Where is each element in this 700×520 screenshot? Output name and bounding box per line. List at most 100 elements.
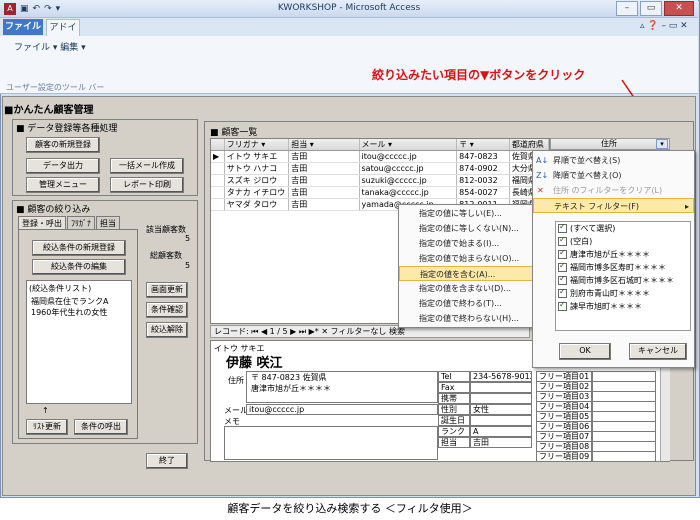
bulk-mail-button[interactable]: 一括メール作成 (110, 158, 184, 174)
rank-label: ランク (438, 426, 470, 437)
maximize-button[interactable]: ▭ (640, 1, 662, 16)
address-box[interactable]: 〒 847-0823 佐賀県 唐津市旭が丘＊＊＊＊ (246, 371, 438, 403)
checkbox-icon[interactable] (558, 248, 567, 259)
checkbox-icon[interactable] (558, 274, 567, 285)
tab-staff[interactable]: 担当 (96, 216, 120, 230)
tab-addin[interactable]: アドイン (46, 19, 80, 49)
new-filter-condition-button[interactable]: 絞込条件の新規登録 (32, 240, 126, 256)
edit-filter-condition-button[interactable]: 絞込条件の編集 (32, 259, 126, 275)
menu-item-equals[interactable]: 指定の値に等しい(E)... (399, 206, 533, 221)
birthday-field[interactable] (470, 415, 532, 426)
fax-label: Fax (438, 382, 470, 393)
count-value: 5 (185, 234, 191, 243)
mobile-field[interactable] (470, 393, 532, 404)
report-print-button[interactable]: レポート印刷 (110, 177, 184, 193)
check-item[interactable]: (すべて選択) (556, 222, 690, 235)
birthday-label: 誕生日 (438, 415, 470, 426)
app-title: ■かんたん顧客管理 (4, 105, 94, 116)
column-header-address[interactable]: 住所 (550, 138, 670, 150)
list-item[interactable]: 福岡県在住でランクA (27, 296, 131, 307)
mail-label: メール (224, 406, 248, 415)
recall-condition-button[interactable]: 条件の呼出 (74, 419, 128, 435)
menu-item-not-begins-with[interactable]: 指定の値で始まらない(O)... (399, 251, 533, 266)
menu-item-not-contains[interactable]: 指定の値を含まない(D)... (399, 281, 533, 296)
check-item[interactable]: 別府市青山町＊＊＊＊ (556, 287, 690, 300)
record-selector-header (211, 139, 225, 150)
check-item[interactable]: 諫早市旭町＊＊＊＊ (556, 300, 690, 313)
exit-button[interactable]: 終了 (146, 453, 188, 469)
table-row[interactable]: サトウ ハナコ 吉田 satou@ccccc.jp 874-0902 大分県 (211, 163, 549, 175)
detail-name: 伊藤 咲江 (226, 356, 283, 371)
count-label: 該当顧客数 (146, 225, 186, 234)
address-filter-dropdown-icon[interactable]: ▾ (656, 139, 668, 149)
table-row[interactable]: スズキ ジロウ 吉田 suzuki@ccccc.jp 812-0032 福岡県 (211, 175, 549, 187)
text-filter-submenu: 指定の値に等しい(E)... 指定の値に等しくない(N)... 指定の値で始まる… (398, 204, 534, 328)
filter-condition-list[interactable]: (絞込条件リスト) 福岡県在住でランクA 1960年代生れの女性 (26, 280, 132, 404)
checkbox-icon[interactable] (558, 261, 567, 272)
sort-descending-item[interactable]: Z↓ 降順で並べ替え(O) (533, 168, 694, 183)
mail-field[interactable]: itou@ccccc.jp (246, 404, 438, 415)
column-header-mail[interactable]: メール ▾ (360, 139, 458, 150)
list-title: (絞込条件リスト) (29, 284, 92, 293)
up-arrow: ↑ (42, 406, 49, 415)
condition-confirm-button[interactable]: 条件確認 (146, 302, 188, 318)
menu-item-begins-with[interactable]: 指定の値で始まる(I)... (399, 236, 533, 251)
sort-ascending-item[interactable]: A↓ 昇順で並べ替え(S) (533, 153, 694, 168)
checkbox-icon[interactable] (558, 300, 567, 311)
table-row[interactable]: ▶ イトウ サキエ 吉田 itou@ccccc.jp 847-0823 佐賀県 (211, 151, 549, 163)
window-title: KWORKSHOP - Microsoft Access (277, 3, 421, 13)
menu-item-not-equals[interactable]: 指定の値に等しくない(N)... (399, 221, 533, 236)
fax-field[interactable] (470, 382, 532, 393)
menu-item-contains[interactable]: 指定の値を含む(A)... (399, 266, 533, 281)
memo-field[interactable] (224, 426, 438, 460)
menu-item-ends-with[interactable]: 指定の値で終わる(T)... (399, 296, 533, 311)
check-item[interactable]: 唐津市旭が丘＊＊＊＊ (556, 248, 690, 261)
minimize-button[interactable]: – (616, 1, 638, 16)
screen-refresh-button[interactable]: 画面更新 (146, 282, 188, 298)
tab-file[interactable]: ファイル (3, 19, 43, 35)
filter-clear-button[interactable]: 絞込解除 (146, 322, 188, 338)
close-button[interactable]: ✕ (664, 1, 694, 16)
checkbox-icon[interactable] (558, 287, 567, 298)
tel-field[interactable]: 234-5678-9012 (470, 371, 532, 382)
column-header-zip[interactable]: 〒 ▾ (457, 139, 510, 150)
caption: 顧客データを絞り込み検索する ＜フィルタ使用＞ (227, 502, 473, 515)
list-item[interactable]: 1960年代生れの女性 (27, 307, 131, 318)
check-item[interactable]: 福岡市博多区石城町＊＊＊＊ (556, 274, 690, 287)
total-label: 総顧客数 (150, 251, 182, 260)
new-customer-button[interactable]: 顧客の新規登録 (26, 137, 100, 153)
staff-label: 担当 (438, 437, 470, 448)
ok-button[interactable]: OK (559, 343, 611, 360)
column-header-furigana[interactable]: フリガナ ▾ (225, 139, 290, 150)
column-header-prefecture[interactable]: 都道府県 (510, 139, 549, 150)
free-item-field[interactable] (592, 451, 656, 462)
admin-menu-button[interactable]: 管理メニュー (26, 177, 100, 193)
address-filter-menu: A↓ 昇順で並べ替え(S) Z↓ 降順で並べ替え(O) ✕ 住所 のフィルターをクリア… (532, 150, 695, 368)
group2-title: ■ 顧客の絞り込み (16, 205, 91, 215)
list-refresh-button[interactable]: ﾘｽﾄ更新 (26, 419, 68, 435)
value-checklist[interactable]: (すべて選択) (空白) 唐津市旭が丘＊＊＊＊ 福岡市博多区寿町＊＊＊＊ 福岡市… (555, 221, 691, 331)
staff-field[interactable]: 吉田 (470, 437, 532, 448)
clear-filter-item[interactable]: ✕ 住所 のフィルターをクリア(L) (533, 183, 694, 198)
rank-field[interactable]: A (470, 426, 532, 437)
export-button[interactable]: データ出力 (26, 158, 100, 174)
total-value: 5 (185, 261, 191, 270)
check-item[interactable]: (空白) (556, 235, 690, 248)
address-text: 唐津市旭が丘＊＊＊＊ (251, 384, 331, 393)
table-row[interactable]: タナカ イチロウ 吉田 tanaka@ccccc.jp 854-0027 長崎県 (211, 187, 549, 199)
checkbox-icon[interactable] (558, 222, 567, 233)
datasheet-header: フリガナ ▾ 担当 ▾ メール ▾ 〒 ▾ 都道府県 (211, 139, 549, 151)
check-item[interactable]: 福岡市博多区寿町＊＊＊＊ (556, 261, 690, 274)
ribbon-menu[interactable]: ファイル ▾ 編集 ▾ (14, 40, 86, 53)
checkbox-icon[interactable] (558, 235, 567, 246)
sex-field[interactable]: 女性 (470, 404, 532, 415)
cancel-button[interactable]: キャンセル (629, 343, 687, 360)
annotation-text: 絞り込みたい項目の▼ボタンをクリック (372, 68, 586, 82)
tab-register[interactable]: 登録・呼出 (18, 216, 66, 230)
column-header-staff[interactable]: 担当 ▾ (289, 139, 360, 150)
text-filter-item[interactable]: テキスト フィルター(F) ▸ (533, 198, 694, 213)
ribbon-controls[interactable]: ▵ ❓ – ▭ ✕ (640, 21, 688, 31)
clear-filter-icon: ✕ (537, 186, 544, 195)
tab-furigana[interactable]: ﾌﾘｶﾞﾅ (67, 216, 95, 230)
menu-item-not-ends-with[interactable]: 指定の値で終わらない(H)... (399, 311, 533, 326)
